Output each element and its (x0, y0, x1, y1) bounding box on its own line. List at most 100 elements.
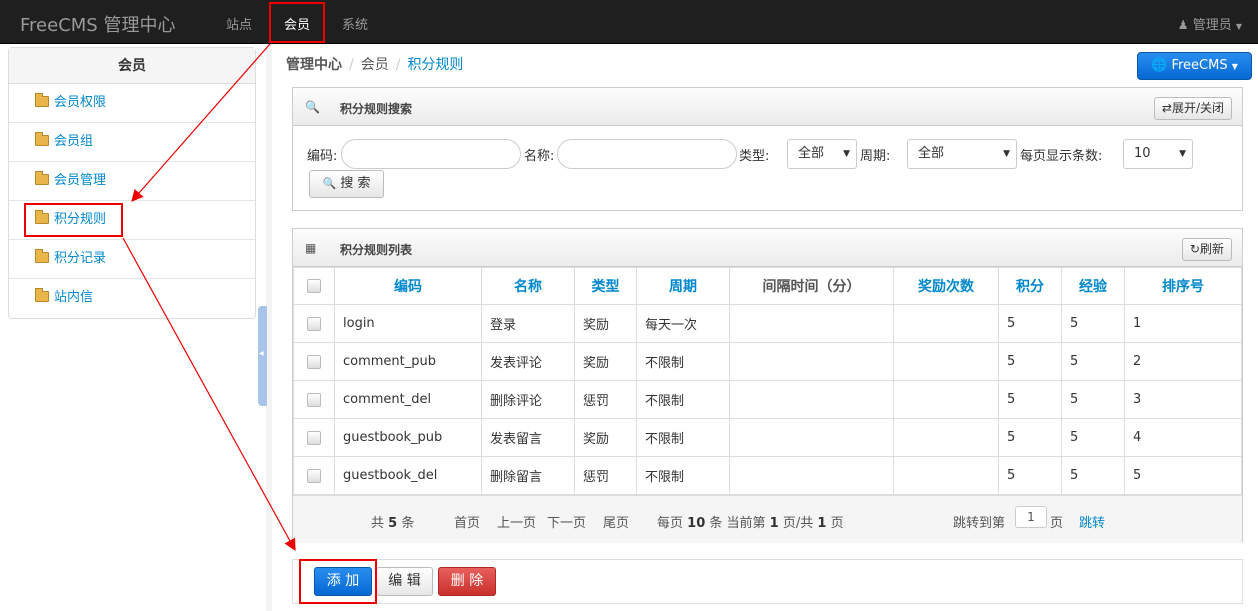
toggle-button[interactable]: ⇄展开/关闭 (1153, 97, 1232, 120)
cell-experience: 5 (1061, 456, 1125, 495)
row-checkbox[interactable] (307, 468, 321, 483)
row-checkbox[interactable] (307, 430, 321, 445)
col-credit[interactable]: 积分 (998, 267, 1062, 305)
cell-code: guestbook_pub (334, 418, 482, 457)
folder-icon (35, 171, 49, 185)
breadcrumb-root[interactable]: 管理中心 (286, 57, 342, 73)
pager-total: 共 5 条 (371, 516, 415, 531)
grid-icon: ▦ (305, 241, 317, 255)
row-checkbox[interactable] (307, 392, 321, 407)
table-row[interactable]: comment_pub 发表评论 奖励 不限制 5 5 2 (293, 342, 1242, 381)
type-select[interactable]: 全部 ▼ (787, 139, 857, 169)
action-bar (292, 559, 1243, 604)
list-panel: ▦ 积分规则列表 ↻刷新 编码 名称 类型 周期 间隔时间（分） 奖励次数 积分… (292, 228, 1243, 543)
search-icon: 🔍 (322, 177, 337, 190)
search-panel: 🔍 积分规则搜索 ⇄展开/关闭 编码: 名称: 类型: 全部 ▼ 周期: 全部 ▼ … (292, 87, 1243, 211)
col-reward-count[interactable]: 奖励次数 (893, 267, 999, 305)
sidebar-item-member-manage[interactable]: 会员管理 (9, 162, 255, 201)
cell-order: 2 (1124, 342, 1242, 381)
user-menu[interactable]: ♟ 管理员 ▼ (1178, 14, 1242, 33)
col-interval: 间隔时间（分） (729, 267, 894, 305)
credit-rule-table: 编码 名称 类型 周期 间隔时间（分） 奖励次数 积分 经验 排序号 login… (293, 267, 1242, 495)
breadcrumb-separator: / (395, 57, 401, 73)
nav-system[interactable]: 系统 (342, 14, 368, 33)
pagesize-select[interactable]: 10 ▼ (1123, 139, 1193, 169)
row-checkbox[interactable] (307, 316, 321, 331)
cell-code: login (334, 304, 482, 343)
select-all-cell (293, 267, 335, 305)
search-panel-title: 积分规则搜索 (340, 102, 413, 116)
sidebar-item-label: 会员管理 (54, 173, 107, 188)
table-row[interactable]: guestbook_pub 发表留言 奖励 不限制 5 5 4 (293, 418, 1242, 457)
delete-button[interactable]: 删 除 (438, 567, 496, 596)
pager-first[interactable]: 首页 (454, 512, 480, 531)
pagesize-label: 每页显示条数: (1020, 149, 1103, 164)
col-name[interactable]: 名称 (481, 267, 575, 305)
select-all-checkbox[interactable] (307, 279, 321, 293)
cell-name: 删除评论 (481, 380, 575, 419)
cell-order: 4 (1124, 418, 1242, 457)
col-type[interactable]: 类型 (574, 267, 637, 305)
col-period[interactable]: 周期 (636, 267, 730, 305)
sidebar-item-message[interactable]: 站内信 (9, 279, 255, 318)
cell-reward-count (893, 304, 999, 343)
caret-down-icon: ▼ (1231, 62, 1238, 71)
sidebar-item-label: 积分记录 (54, 251, 107, 266)
pagesize-value: 10 (1134, 146, 1151, 161)
refresh-icon: ↻ (1189, 242, 1200, 256)
code-input[interactable] (341, 139, 521, 169)
col-order[interactable]: 排序号 (1124, 267, 1242, 305)
col-experience[interactable]: 经验 (1061, 267, 1125, 305)
cell-type: 奖励 (574, 304, 637, 343)
table-row[interactable]: comment_del 删除评论 惩罚 不限制 5 5 3 (293, 380, 1242, 419)
pager-jump-button[interactable]: 跳转 (1079, 512, 1105, 531)
sidebar-collapse-handle[interactable] (258, 306, 267, 406)
table-header-row: 编码 名称 类型 周期 间隔时间（分） 奖励次数 积分 经验 排序号 (293, 267, 1242, 305)
sidebar-item-credit-record[interactable]: 积分记录 (9, 240, 255, 279)
sidebar-item-label: 会员组 (54, 134, 94, 149)
pager-last[interactable]: 尾页 (603, 512, 629, 531)
dropdown-arrow-icon: ▼ (1003, 149, 1010, 159)
cell-interval (729, 304, 894, 343)
col-code[interactable]: 编码 (334, 267, 482, 305)
list-panel-header: ▦ 积分规则列表 ↻刷新 (293, 229, 1242, 267)
folder-icon (35, 132, 49, 146)
cell-credit: 5 (998, 380, 1062, 419)
pagination: 共 5 条 首页 上一页 下一页 尾页 每页 10 条 当前第 1 页/共 1 … (293, 495, 1242, 543)
pager-jump-suffix: 页 (1050, 516, 1064, 531)
refresh-button[interactable]: ↻刷新 (1181, 238, 1232, 261)
row-checkbox[interactable] (307, 354, 321, 369)
brand-title[interactable]: FreeCMS 管理中心 (20, 11, 175, 37)
pager-next[interactable]: 下一页 (547, 512, 586, 531)
row-select-cell (293, 456, 335, 495)
table-row[interactable]: login 登录 奖励 每天一次 5 5 1 (293, 304, 1242, 343)
cell-order: 1 (1124, 304, 1242, 343)
pager-prev[interactable]: 上一页 (497, 512, 536, 531)
sidebar: 会员 会员权限 会员组 会员管理 积分规则 积分记录 站内信 (8, 47, 256, 319)
sidebar-item-member-permission[interactable]: 会员权限 (9, 84, 255, 123)
table-row[interactable]: guestbook_del 删除留言 惩罚 不限制 5 5 5 (293, 456, 1242, 495)
name-input[interactable] (557, 139, 737, 169)
nav-site[interactable]: 站点 (226, 14, 252, 33)
highlight-credit-rule (24, 203, 123, 237)
name-label: 名称: (524, 149, 555, 164)
period-select[interactable]: 全部 ▼ (907, 139, 1017, 169)
cell-credit: 5 (998, 342, 1062, 381)
cell-reward-count (893, 342, 999, 381)
sidebar-item-member-group[interactable]: 会员组 (9, 123, 255, 162)
freecms-dropdown-button[interactable]: 🌐 FreeCMS ▼ (1137, 52, 1252, 80)
cell-experience: 5 (1061, 304, 1125, 343)
search-button[interactable]: 🔍 搜 索 (309, 170, 384, 198)
edit-button[interactable]: 编 辑 (376, 567, 433, 596)
toggle-label: 展开/关闭 (1171, 101, 1224, 115)
pager-status: 每页 10 条 当前第 1 页/共 1 页 (657, 516, 844, 531)
breadcrumb-section[interactable]: 会员 (361, 57, 389, 73)
cell-name: 删除留言 (481, 456, 575, 495)
pager-jump-input[interactable]: 1 (1015, 506, 1047, 528)
cell-credit: 5 (998, 304, 1062, 343)
breadcrumb: 管理中心 / 会员 / 积分规则 (286, 54, 463, 74)
user-icon: ♟ (1177, 18, 1189, 32)
cell-order: 3 (1124, 380, 1242, 419)
user-name: 管理员 (1192, 18, 1232, 33)
cell-code: guestbook_del (334, 456, 482, 495)
